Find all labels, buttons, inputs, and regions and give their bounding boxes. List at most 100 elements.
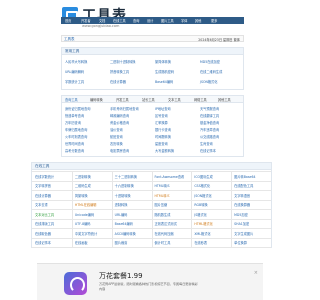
nav-item-online-tools[interactable]: 在线工具	[113, 18, 126, 23]
ad-banner[interactable]: 万花套餐1.99 万花筒APP最新版，随时观看各种热门影视综艺节目，专属每日更新…	[37, 263, 263, 300]
online-tool-link[interactable]: 进制转换	[115, 202, 128, 207]
online-tool-link[interactable]: 在线秒表	[194, 240, 207, 245]
online-tool-link[interactable]: CSS格式化	[194, 183, 210, 188]
category-link[interactable]: 大写金额转换	[155, 148, 174, 153]
online-tool-link[interactable]: 文字生成图片	[234, 231, 253, 236]
category-link[interactable]: 在线翻译工具	[200, 113, 219, 118]
online-tool-link[interactable]: Font-Awesome查看	[155, 174, 185, 179]
common-tool-link[interactable]: 人民币大写转换	[65, 59, 87, 64]
category-link[interactable]: 身份证归属地查询	[65, 106, 91, 111]
category-link[interactable]: 世界时间查询	[65, 141, 84, 146]
tab-text[interactable]: 文本工具	[168, 97, 181, 102]
category-link[interactable]: 基金净值查询	[200, 120, 219, 125]
category-link[interactable]: 黄金价格查询	[110, 120, 129, 125]
nav-item-developer[interactable]: 开发者	[81, 18, 91, 23]
category-link[interactable]: 区号查询	[155, 113, 168, 118]
online-tool-link[interactable]: JS格式化	[194, 212, 207, 217]
online-tool-link[interactable]: SHA1加密	[234, 221, 249, 226]
online-tool-link[interactable]: 在线画板	[75, 240, 88, 245]
online-tool-link[interactable]: 在线配色工具	[234, 183, 253, 188]
breadcrumb-home[interactable]: 工具表	[64, 37, 75, 42]
common-tool-link[interactable]: MD5在线加密	[200, 59, 220, 64]
online-tool-link[interactable]: 图片裁剪	[115, 240, 128, 245]
category-link[interactable]: 农历转换	[110, 141, 123, 146]
online-tool-link[interactable]: Unicode编码	[75, 212, 94, 217]
online-tool-link[interactable]: 在线字数统计	[35, 174, 54, 179]
category-link[interactable]: 汽车违章查询	[200, 127, 219, 132]
online-tool-link[interactable]: URL编码	[115, 212, 128, 217]
category-link[interactable]: 高考分数查询	[65, 148, 84, 153]
nav-item-other[interactable]: 其他	[195, 18, 201, 23]
category-link[interactable]: 星座查询	[155, 141, 168, 146]
online-tool-link[interactable]: 文字转语音	[234, 193, 250, 198]
common-tool-link[interactable]: 二进制十进制转换	[110, 59, 136, 64]
category-link[interactable]: 万年历查询	[65, 120, 81, 125]
online-tool-link[interactable]: UTF-8编码	[75, 221, 91, 226]
online-tool-link[interactable]: JSON格式化	[194, 193, 211, 198]
online-tool-link[interactable]: 三十二进制转换	[115, 174, 137, 179]
online-tool-link[interactable]: 简繁转换	[75, 193, 88, 198]
online-tool-link[interactable]: 在线记事本	[35, 240, 51, 245]
tab-query[interactable]: 查询工具	[65, 97, 78, 102]
online-tool-link[interactable]: Base64编码	[115, 221, 133, 226]
online-tool-link[interactable]: 正则表达式测试	[155, 221, 177, 226]
online-tool-link[interactable]: 图片转Base64	[234, 174, 255, 179]
online-tool-link[interactable]: 在线代码压缩	[155, 231, 174, 236]
nav-item-font[interactable]: 字体	[181, 18, 187, 23]
tab-network[interactable]: 网络工具	[194, 97, 207, 102]
category-link[interactable]: IP地址查询	[155, 106, 171, 111]
common-tool-link[interactable]: URL编码解码	[65, 69, 84, 74]
nav-item-query[interactable]: 查询	[133, 18, 139, 23]
online-tool-link[interactable]: 图片压缩	[155, 202, 168, 207]
online-tool-link[interactable]: 二进制转换	[75, 174, 91, 179]
nav-item-more[interactable]: 更多	[211, 18, 217, 23]
online-tool-link[interactable]: RGB转换	[194, 202, 207, 207]
category-link[interactable]: 汇率换算	[155, 120, 168, 125]
category-link[interactable]: 公交线路查询	[200, 134, 219, 139]
online-tool-link[interactable]: ASCII编码转换	[115, 231, 136, 236]
category-link[interactable]: 火车时刻表查询	[65, 134, 87, 139]
common-tool-link[interactable]: 在线计算器	[110, 79, 126, 84]
category-link[interactable]: 手机号码归属地查询	[110, 106, 139, 111]
online-tool-link[interactable]: 随机数生成	[155, 212, 171, 217]
online-tool-link[interactable]: 文本去重	[35, 202, 48, 207]
online-tool-link[interactable]: 倒计时工具	[155, 240, 171, 245]
online-tool-link[interactable]: 在线计算器	[35, 193, 51, 198]
tab-encoding[interactable]: 编码转换	[90, 97, 103, 102]
online-tool-link[interactable]: HTML格式化	[194, 221, 212, 226]
online-tool-link[interactable]: HTML转JS	[155, 183, 170, 188]
online-tool-link[interactable]: 文本对比工具	[35, 212, 54, 217]
category-link[interactable]: 银行卡查询	[155, 127, 171, 132]
tab-dev[interactable]: 开发工具	[116, 97, 129, 102]
category-link[interactable]: 生肖查询	[200, 141, 213, 146]
category-link[interactable]: 时间戳转换	[155, 134, 171, 139]
category-link[interactable]: 油价查询	[110, 127, 123, 132]
category-link[interactable]: 天气预报查询	[200, 106, 219, 111]
online-tool-link[interactable]: 中英文字符统计	[75, 231, 97, 236]
online-tool-link[interactable]: 十进制转换	[115, 193, 131, 198]
common-tool-link[interactable]: 字数统计工具	[65, 79, 84, 84]
nav-item-image-tools[interactable]: 图片工具	[161, 18, 174, 23]
tab-webmaster[interactable]: 站长工具	[142, 97, 155, 102]
common-tool-link[interactable]: 生成随机密码	[155, 69, 174, 74]
online-tool-link[interactable]: 十六进制转换	[115, 183, 134, 188]
online-tool-link[interactable]: 二维码生成	[75, 183, 91, 188]
online-tool-link[interactable]: 在线换算器	[234, 202, 250, 207]
online-tool-link[interactable]: 文字转拼音	[35, 183, 51, 188]
nav-item-home[interactable]: 首页	[65, 18, 71, 23]
online-tool-link[interactable]: 在线排版工具	[35, 221, 54, 226]
online-tool-link[interactable]: HTML转义	[155, 193, 170, 198]
tab-other[interactable]: 其他工具	[218, 97, 231, 102]
online-tool-link[interactable]: HTML在线编辑	[75, 202, 97, 207]
online-tool-link[interactable]: 单位换算	[234, 240, 247, 245]
category-link[interactable]: 快递单号查询	[65, 113, 84, 118]
online-tool-link[interactable]: XML格式化	[194, 231, 210, 236]
common-tool-link[interactable]: 拼音转换工具	[110, 69, 129, 74]
category-link[interactable]: 车牌归属地查询	[65, 127, 87, 132]
category-link[interactable]: 电影票房查询	[110, 148, 129, 153]
common-tool-link[interactable]: JSON格式化	[200, 79, 217, 84]
common-tool-link[interactable]: 在线二维码生成	[200, 69, 222, 74]
online-tool-link[interactable]: MD5加密	[234, 212, 248, 217]
category-link[interactable]: 航班查询	[110, 134, 123, 139]
nav-item-docs[interactable]: 文档	[99, 18, 105, 23]
